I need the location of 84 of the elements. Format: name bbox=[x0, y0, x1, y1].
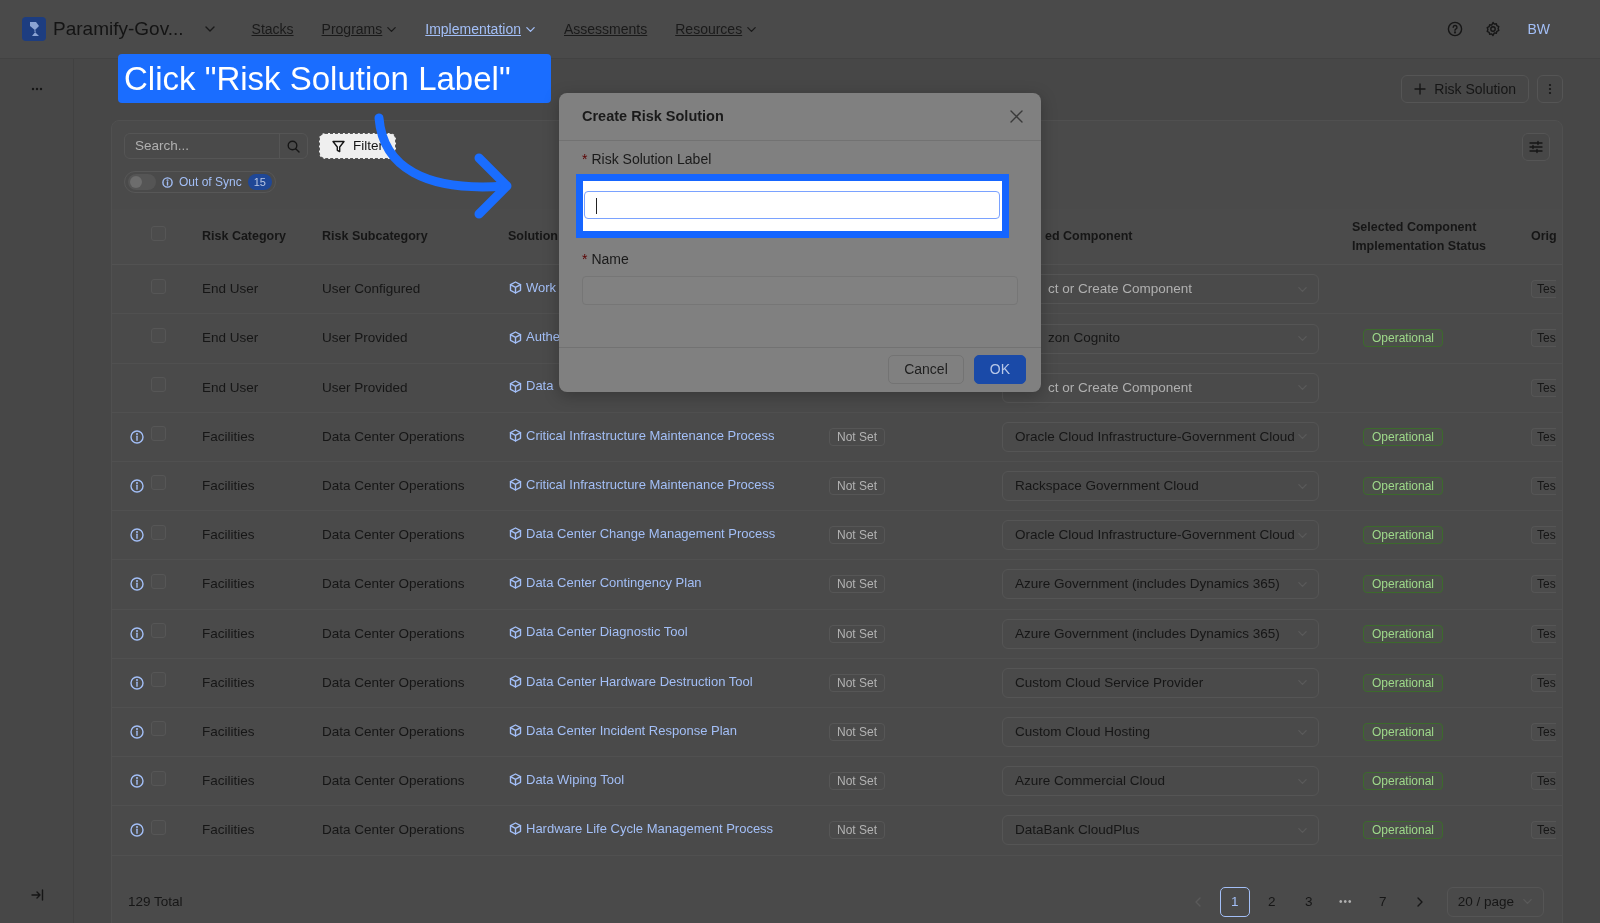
out-of-sync-label: Out of Sync bbox=[179, 174, 242, 191]
solution-link[interactable]: Data bbox=[526, 376, 554, 396]
solution-link[interactable]: Data Center Diagnostic Tool bbox=[526, 622, 688, 642]
close-icon[interactable] bbox=[1010, 110, 1023, 123]
input-field[interactable] bbox=[584, 191, 1000, 219]
status-tag: Operational bbox=[1363, 476, 1444, 495]
status-tag: Operational bbox=[1363, 526, 1444, 545]
status-tag: Operational bbox=[1363, 772, 1444, 791]
status-tag: Not Set bbox=[829, 526, 886, 545]
solution-link[interactable]: Data Wiping Tool bbox=[526, 769, 625, 790]
info-icon[interactable] bbox=[129, 479, 144, 494]
solution-link[interactable]: Hardware Life Cycle Management Process bbox=[526, 819, 774, 839]
kebab-icon bbox=[1548, 83, 1552, 95]
required-mark: * bbox=[582, 151, 588, 167]
search-field[interactable]: Search... bbox=[124, 133, 308, 159]
text-cursor bbox=[596, 198, 597, 214]
info-icon[interactable] bbox=[129, 577, 144, 592]
search-icon[interactable] bbox=[287, 139, 300, 153]
dialog-title: Create Risk Solution bbox=[582, 106, 724, 126]
solution-link[interactable]: Data Center Incident Response Plan bbox=[526, 720, 737, 741]
cube-icon bbox=[509, 724, 522, 738]
logo-icon[interactable] bbox=[22, 17, 46, 41]
tutorial-callout: Click "Risk Solution Label" bbox=[118, 54, 551, 103]
user-initials[interactable]: BW bbox=[1527, 18, 1550, 40]
info-icon[interactable] bbox=[129, 626, 144, 641]
cube-icon bbox=[509, 674, 522, 688]
settings-icon[interactable] bbox=[1485, 21, 1502, 37]
cube-icon bbox=[509, 281, 522, 295]
ok-button[interactable]: OK bbox=[973, 355, 1026, 384]
info-icon[interactable] bbox=[129, 774, 144, 789]
cube-icon bbox=[509, 330, 522, 344]
solution-link[interactable]: Critical Infrastructure Maintenance Process bbox=[526, 474, 775, 495]
info-icon[interactable] bbox=[129, 528, 144, 543]
info-icon[interactable] bbox=[129, 675, 144, 690]
status-tag: Not Set bbox=[829, 821, 886, 840]
pagination-ellipsis[interactable]: ••• bbox=[1330, 886, 1361, 917]
page-button[interactable]: 1 bbox=[1219, 886, 1250, 917]
cancel-button[interactable]: Cancel bbox=[888, 355, 964, 384]
solution-link[interactable]: Data Center Hardware Destruction Tool bbox=[526, 671, 753, 692]
info-icon bbox=[162, 176, 173, 188]
cube-icon bbox=[509, 379, 522, 393]
solution-link[interactable]: Critical Infrastructure Maintenance Process bbox=[526, 425, 775, 446]
status-tag: Not Set bbox=[829, 772, 886, 791]
cube-icon bbox=[509, 625, 522, 639]
info-icon[interactable] bbox=[129, 823, 144, 838]
status-tag: Operational bbox=[1363, 575, 1444, 594]
cube-icon bbox=[509, 576, 522, 590]
toggle-switch[interactable] bbox=[128, 174, 156, 190]
status-tag: Operational bbox=[1363, 821, 1444, 840]
status-tag: Not Set bbox=[829, 575, 886, 594]
status-tag: Operational bbox=[1363, 427, 1444, 446]
help-icon[interactable] bbox=[1447, 21, 1464, 37]
cube-icon bbox=[509, 428, 522, 442]
column-settings-button[interactable] bbox=[1522, 133, 1550, 161]
collapse-icon[interactable] bbox=[29, 888, 44, 902]
sliders-icon bbox=[1529, 140, 1543, 154]
status-tag: Not Set bbox=[829, 722, 886, 741]
status-tag: Operational bbox=[1363, 624, 1444, 643]
status-tag: Not Set bbox=[829, 624, 886, 643]
more-icon[interactable] bbox=[30, 87, 43, 91]
cube-icon bbox=[509, 773, 522, 787]
required-mark: * bbox=[582, 251, 588, 267]
nav-menu-item[interactable]: Implementation bbox=[425, 18, 536, 40]
status-tag: Operational bbox=[1363, 329, 1444, 348]
cube-icon bbox=[509, 478, 522, 492]
solution-link[interactable]: Work bbox=[526, 278, 557, 298]
solution-link[interactable]: Data Center Contingency Plan bbox=[526, 573, 702, 593]
field-label: Risk Solution Label bbox=[591, 151, 712, 167]
solution-link[interactable]: Authe bbox=[526, 327, 560, 347]
filter-icon bbox=[332, 139, 345, 153]
status-tag: Not Set bbox=[829, 427, 886, 446]
status-tag: Not Set bbox=[829, 476, 886, 495]
solution-link[interactable]: Data Center Change Management Process bbox=[526, 524, 776, 544]
status-tag: Operational bbox=[1363, 673, 1444, 692]
cube-icon bbox=[509, 527, 522, 541]
field-label: Name bbox=[591, 251, 629, 267]
cube-icon bbox=[509, 822, 522, 836]
count-badge: 15 bbox=[247, 173, 272, 191]
more-options-button[interactable] bbox=[1537, 75, 1563, 103]
info-icon[interactable] bbox=[129, 429, 144, 444]
plus-icon bbox=[1414, 83, 1427, 95]
status-tag: Not Set bbox=[829, 673, 886, 692]
status-tag: Operational bbox=[1363, 722, 1444, 741]
info-icon[interactable] bbox=[129, 725, 144, 740]
